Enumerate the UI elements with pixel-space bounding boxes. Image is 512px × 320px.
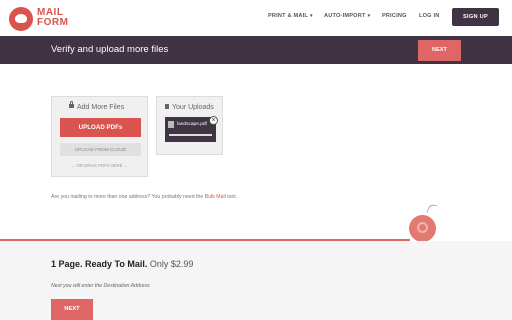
bulk-text-after: tool. [225, 194, 238, 200]
nav-pricing[interactable]: PRICING [382, 13, 407, 19]
lock-icon [69, 101, 74, 108]
brand-line-2: FORM [37, 17, 69, 28]
file-progress-bar [169, 134, 212, 136]
brand-wordmark[interactable]: MAIL FORM [37, 8, 68, 28]
snail-antenna [426, 202, 438, 216]
nav-log-in-label: LOG IN [419, 13, 440, 19]
nav-print-mail[interactable]: PRINT & MAIL ▾ [268, 13, 313, 19]
bottom-summary: 1 Page. Ready To Mail. Only $2.99 Next y… [0, 241, 512, 320]
drag-drop-hint: → OR DRAG PDFs HERE ← [70, 163, 129, 168]
your-uploads-title: Your Uploads [172, 104, 214, 111]
chevron-down-icon: ▾ [310, 13, 313, 19]
add-files-panel[interactable]: Add More Files UPLOAD PDFs UPLOAD FROM C… [51, 96, 148, 177]
sign-up-button[interactable]: SIGN UP [452, 8, 499, 26]
upload-pdfs-button[interactable]: UPLOAD PDFs [60, 118, 141, 137]
your-uploads-heading: Your Uploads [165, 104, 214, 111]
close-icon[interactable]: × [209, 116, 218, 125]
bulk-mail-link[interactable]: Bulk Mail [205, 194, 226, 200]
nav-log-in[interactable]: LOG IN [419, 13, 439, 19]
upload-from-cloud-button[interactable]: UPLOAD FROM CLOUD [60, 143, 141, 156]
add-files-title: Add More Files [77, 104, 125, 111]
nav-auto-import[interactable]: AUTO-IMPORT ▾ [324, 13, 370, 19]
file-name: landscape.pdf [177, 122, 207, 127]
banner-next-button[interactable]: NEXT [418, 40, 461, 61]
page-title: Verify and upload more files [51, 44, 169, 55]
ready-summary-strong: 1 Page. Ready To Mail. [51, 259, 148, 269]
nav-auto-import-label: AUTO-IMPORT [324, 13, 366, 19]
mailform-logo-icon[interactable] [9, 7, 33, 31]
bulk-text-before: Are you mailing to more than one address… [51, 194, 205, 200]
top-nav: MAIL FORM PRINT & MAIL ▾ AUTO-IMPORT ▾ PRI… [0, 0, 512, 36]
chevron-down-icon: ▾ [367, 13, 371, 19]
document-icon [165, 104, 169, 109]
next-button[interactable]: NEXT [51, 299, 93, 320]
add-files-heading: Add More Files [69, 101, 125, 111]
file-thumbnail-icon [168, 121, 174, 128]
nav-pricing-label: PRICING [382, 13, 407, 19]
snail-icon [409, 215, 436, 242]
ready-summary: 1 Page. Ready To Mail. Only $2.99 [51, 259, 193, 269]
your-uploads-panel: Your Uploads landscape.pdf × [156, 96, 223, 155]
bulk-mail-note: Are you mailing to more than one address… [51, 194, 237, 200]
next-step-hint: Next you will enter the Destination Addr… [51, 283, 150, 289]
price-text: Only $2.99 [147, 259, 194, 269]
nav-print-mail-label: PRINT & MAIL [268, 13, 308, 19]
